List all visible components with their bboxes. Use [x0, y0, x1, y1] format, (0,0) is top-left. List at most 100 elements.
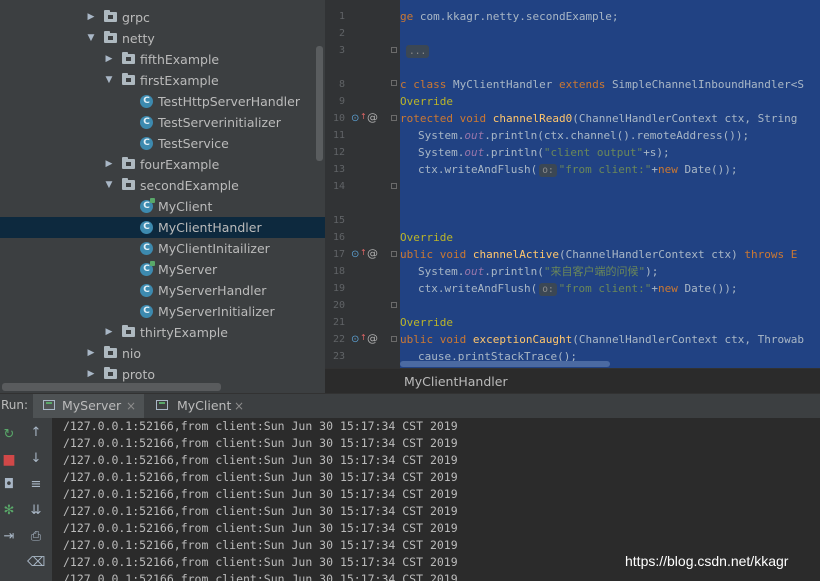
close-icon[interactable]: ×: [234, 394, 244, 418]
class-icon: C: [140, 116, 153, 129]
collapse-arrow-icon[interactable]: ▼: [104, 175, 114, 196]
line-number: 11: [332, 130, 345, 141]
tree-item-grpc[interactable]: ▶ grpc: [0, 7, 325, 28]
fold-marker-icon[interactable]: [391, 47, 397, 53]
line-number: 20: [332, 300, 345, 311]
expand-arrow-icon[interactable]: ▶: [104, 49, 114, 70]
line-number: 19: [332, 283, 345, 294]
expand-arrow-icon[interactable]: ▶: [104, 322, 114, 343]
line-number: 17: [332, 249, 345, 260]
code-line: Override: [400, 231, 453, 244]
fold-marker-icon[interactable]: [391, 336, 397, 342]
tree-item-fourexample[interactable]: ▶ fourExample: [0, 154, 325, 175]
tree-item-proto[interactable]: ▶ proto: [0, 364, 325, 385]
fold-marker-icon[interactable]: [391, 115, 397, 121]
breadcrumb-class[interactable]: MyClientHandler: [404, 374, 508, 389]
tree-item-myserverhandler[interactable]: C MyServerHandler: [0, 280, 325, 301]
line-number: 2: [338, 28, 345, 39]
up-arrow-icon[interactable]: ↑: [27, 424, 45, 442]
tab-myclient[interactable]: MyClient ×: [146, 394, 256, 418]
print-icon[interactable]: ⎙: [27, 528, 45, 546]
expand-arrow-icon[interactable]: ▶: [86, 364, 96, 385]
up-arrow-icon: ↑: [360, 333, 367, 342]
editor-horizontal-scrollbar[interactable]: [400, 361, 610, 367]
console-line: /127.0.0.1:52166,from client:Sun Jun 30 …: [63, 470, 458, 484]
breadcrumb: MyClientHandler: [325, 368, 820, 394]
fold-marker-icon[interactable]: [391, 80, 397, 86]
expand-arrow-icon[interactable]: ▶: [104, 154, 114, 175]
up-arrow-icon: ↑: [360, 248, 367, 257]
line-number: 21: [332, 317, 345, 328]
code-line: ctx.writeAndFlush(o: "from client:"+new D…: [418, 163, 738, 177]
folded-imports[interactable]: ...: [406, 45, 430, 58]
line-number: 12: [332, 147, 345, 158]
override-method-icon[interactable]: ⊙: [351, 110, 359, 127]
tree-vertical-scrollbar[interactable]: [316, 46, 323, 161]
folder-icon: [122, 157, 135, 169]
tree-item-testhttpserverhandler[interactable]: C TestHttpServerHandler: [0, 91, 325, 112]
collapse-arrow-icon[interactable]: ▼: [104, 70, 114, 91]
code-line: c class MyClientHandler extends SimpleCh…: [400, 78, 804, 91]
override-method-icon[interactable]: ⊙: [351, 246, 359, 263]
collapse-arrow-icon[interactable]: ▼: [86, 28, 96, 49]
exit-icon[interactable]: ⇥: [0, 528, 18, 546]
fold-marker-icon[interactable]: [391, 183, 397, 189]
tree-item-testserverinitializer[interactable]: C TestServerinitializer: [0, 112, 325, 133]
tree-item-nio[interactable]: ▶ nio: [0, 343, 325, 364]
fold-marker-icon[interactable]: [391, 302, 397, 308]
expand-arrow-icon[interactable]: ▶: [86, 7, 96, 28]
console-line: /127.0.0.1:52166,from client:Sun Jun 30 …: [63, 555, 458, 569]
fold-marker-icon[interactable]: [391, 251, 397, 257]
folder-icon: [104, 10, 117, 22]
tree-item-myclienthandler[interactable]: C MyClientHandler: [0, 217, 325, 238]
trash-icon[interactable]: ⌫: [27, 554, 45, 572]
scroll-to-end-icon[interactable]: ⇊: [27, 502, 45, 520]
parameter-hint: o:: [539, 164, 557, 177]
project-tree: ▶ grpc ▼ netty ▶ fifthExample ▼ firstExa…: [0, 0, 325, 393]
line-number: 13: [332, 164, 345, 175]
tree-item-thirtyexample[interactable]: ▶ thirtyExample: [0, 322, 325, 343]
override-method-icon[interactable]: ⊙: [351, 331, 359, 348]
code-line: ...: [404, 42, 431, 59]
down-arrow-icon[interactable]: ↓: [27, 450, 45, 468]
expand-arrow-icon[interactable]: ▶: [86, 343, 96, 364]
class-icon: C: [140, 242, 153, 255]
tree-item-myclient[interactable]: C MyClient: [0, 196, 325, 217]
console-line: /127.0.0.1:52166,from client:Sun Jun 30 …: [63, 436, 458, 450]
tree-item-myserver[interactable]: C MyServer: [0, 259, 325, 280]
tree-item-netty[interactable]: ▼ netty: [0, 28, 325, 49]
line-number: 14: [332, 181, 345, 192]
line-number: 9: [338, 96, 345, 107]
line-number: 10: [332, 113, 345, 124]
console-line: /127.0.0.1:52166,from client:Sun Jun 30 …: [63, 419, 458, 433]
line-number: 1: [338, 11, 345, 22]
code-line: rotected void channelRead0(ChannelHandle…: [400, 112, 798, 125]
stop-icon[interactable]: ■: [0, 451, 18, 469]
class-icon: C: [140, 284, 153, 297]
rerun-icon[interactable]: ↻: [0, 426, 18, 444]
annotation-icon[interactable]: @: [367, 245, 378, 262]
tree-item-secondexample[interactable]: ▼ secondExample: [0, 175, 325, 196]
class-icon: C: [140, 305, 153, 318]
tree-item-myserverinitializer[interactable]: C MyServerInitializer: [0, 301, 325, 322]
tree-horizontal-scrollbar[interactable]: [2, 383, 221, 391]
code-editor[interactable]: ge com.kkagr.netty.secondExample; ... c …: [400, 0, 820, 368]
tree-item-testservice[interactable]: C TestService: [0, 133, 325, 154]
tree-item-myclientinitailizer[interactable]: C MyClientInitailizer: [0, 238, 325, 259]
soft-wrap-icon[interactable]: ≡: [27, 476, 45, 494]
code-line: Override: [400, 316, 453, 329]
close-icon[interactable]: ×: [126, 394, 136, 418]
line-number: 18: [332, 266, 345, 277]
class-icon: C: [140, 95, 153, 108]
annotation-icon[interactable]: @: [367, 330, 378, 347]
tree-item-firstexample[interactable]: ▼ firstExample: [0, 70, 325, 91]
tab-myserver[interactable]: MyServer ×: [33, 394, 144, 418]
tree-item-fifthexample[interactable]: ▶ fifthExample: [0, 49, 325, 70]
run-toolbar: ↻ ↑ ■ ↓ ◘ ≡ ✻ ⇊ ⇥ ⎙ ⌫: [0, 418, 52, 581]
folder-icon: [122, 73, 135, 85]
code-line: ge com.kkagr.netty.secondExample;: [400, 10, 619, 23]
line-number: 3: [338, 45, 345, 56]
annotation-icon[interactable]: @: [367, 109, 378, 126]
settings-icon[interactable]: ✻: [0, 502, 18, 520]
camera-icon[interactable]: ◘: [0, 476, 18, 494]
